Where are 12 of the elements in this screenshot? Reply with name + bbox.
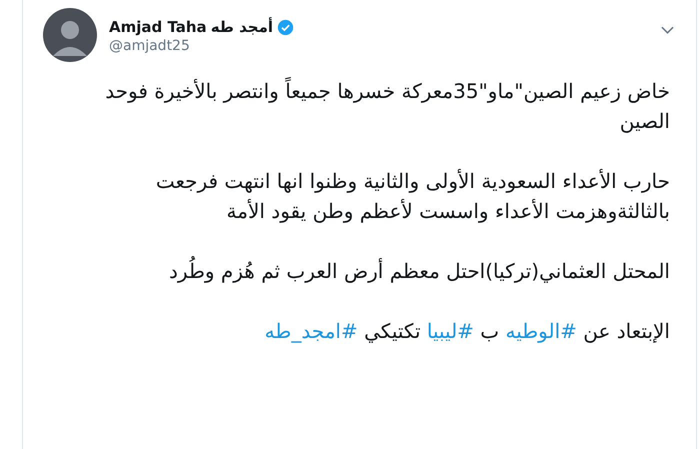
tweet-paragraph: المحتل العثماني(تركيا)احتل معظم أرض العرب ثم هُزم وطُرد <box>53 256 670 286</box>
tweet-paragraph: خاض زعيم الصين"ماو"35معركة خسرها جميعاً وانتصر بالأخيرة فوحد الصين <box>104 76 670 135</box>
hashtag-link[interactable]: #الوطيه <box>505 319 577 343</box>
chevron-down-icon[interactable] <box>661 26 674 34</box>
avatar[interactable] <box>43 8 97 62</box>
author-name[interactable]: Amjad Taha <box>109 18 207 36</box>
hashtag-link[interactable]: #امجد_طه <box>264 319 358 343</box>
tweet-paragraph: الإبتعاد عن #الوطيه ب #ليبيا تكتيكي #امجد_طه <box>264 318 670 345</box>
author-name-arabic[interactable]: أمجد طه <box>210 18 274 36</box>
hashtag-link[interactable]: #ليبيا <box>426 319 474 343</box>
author-handle[interactable]: @amjadt25 <box>109 38 649 54</box>
tweet-paragraph: حارب الأعداء السعودية الأولى والثانية وظنوا انها انتهت فرجعت بالثالثةوهزمت الأعداء واسست لأعظم وطن يقود الأمة <box>154 168 670 225</box>
